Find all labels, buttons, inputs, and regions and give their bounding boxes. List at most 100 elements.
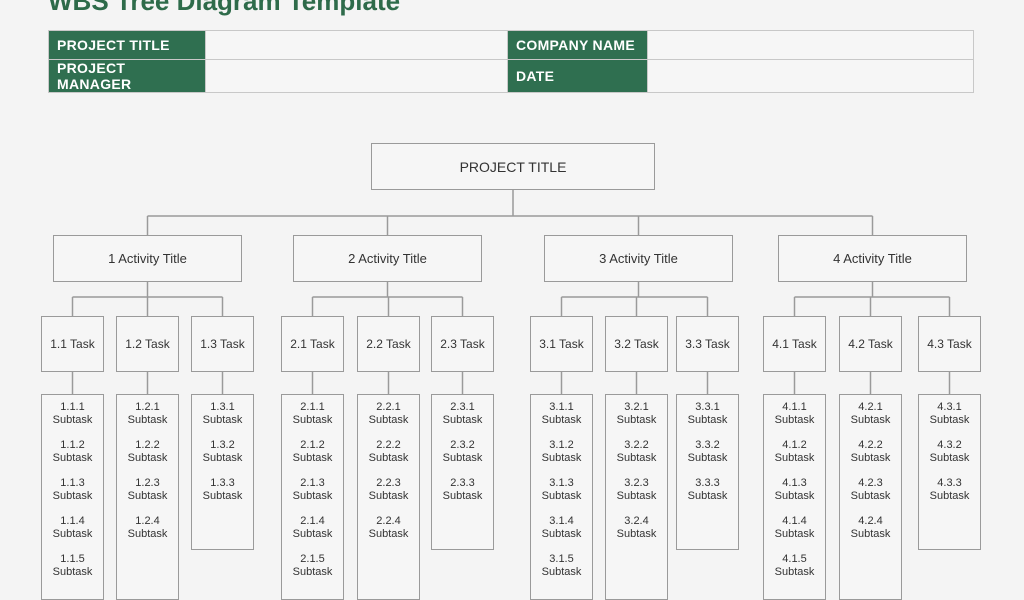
subtask-item: 2.1.1 Subtask: [282, 401, 343, 439]
task-node: 2.3 Task: [431, 316, 494, 372]
activity-node: 3 Activity Title: [544, 235, 733, 282]
subtask-label: Subtask: [929, 490, 970, 502]
subtask-list: 3.3.1 Subtask 3.3.2 Subtask 3.3.3 Subtask: [676, 394, 739, 550]
subtask-item: 2.3.1 Subtask: [432, 401, 493, 439]
subtask-item: 2.1.5 Subtask: [282, 553, 343, 591]
subtask-number: 4.1.4: [782, 515, 807, 527]
subtask-number: 1.1.2: [60, 439, 85, 451]
task-node: 4.2 Task: [839, 316, 902, 372]
subtask-item: 3.2.3 Subtask: [606, 477, 667, 515]
subtask-number: 2.2.3: [376, 477, 401, 489]
subtask-item: 3.3.2 Subtask: [677, 439, 738, 477]
subtask-item: 3.2.4 Subtask: [606, 515, 667, 553]
task-node: 1.2 Task: [116, 316, 179, 372]
subtask-item: 2.3.3 Subtask: [432, 477, 493, 515]
subtask-label: Subtask: [929, 452, 970, 464]
subtask-item: 2.1.2 Subtask: [282, 439, 343, 477]
subtask-label: Subtask: [541, 566, 582, 578]
subtask-number: 1.1.3: [60, 477, 85, 489]
subtask-item: 3.3.1 Subtask: [677, 401, 738, 439]
subtask-list: 4.3.1 Subtask 4.3.2 Subtask 4.3.3 Subtask: [918, 394, 981, 550]
subtask-number: 4.2.1: [858, 401, 883, 413]
subtask-item: 4.1.5 Subtask: [764, 553, 825, 591]
subtask-item: 4.1.2 Subtask: [764, 439, 825, 477]
subtask-label: Subtask: [850, 528, 891, 540]
subtask-number: 4.1.2: [782, 439, 807, 451]
activity-node: 1 Activity Title: [53, 235, 242, 282]
subtask-number: 2.1.3: [300, 477, 325, 489]
root-node: PROJECT TITLE: [371, 143, 655, 190]
subtask-number: 3.1.2: [549, 439, 574, 451]
subtask-label: Subtask: [541, 490, 582, 502]
subtask-list: 1.2.1 Subtask 1.2.2 Subtask 1.2.3 Subtask 1.2.…: [116, 394, 179, 600]
subtask-list: 2.1.1 Subtask 2.1.2 Subtask 2.1.3 Subtask 2.1.…: [281, 394, 344, 600]
subtask-label: Subtask: [202, 452, 243, 464]
task-node: 4.1 Task: [763, 316, 826, 372]
subtask-list: 4.2.1 Subtask 4.2.2 Subtask 4.2.3 Subtask 4.2.…: [839, 394, 902, 600]
subtask-item: 4.2.1 Subtask: [840, 401, 901, 439]
subtask-label: Subtask: [292, 452, 333, 464]
task-node: 4.3 Task: [918, 316, 981, 372]
subtask-label: Subtask: [774, 566, 815, 578]
subtask-number: 3.1.5: [549, 553, 574, 565]
subtask-item: 3.2.1 Subtask: [606, 401, 667, 439]
subtask-label: Subtask: [616, 414, 657, 426]
subtask-number: 3.2.3: [624, 477, 649, 489]
subtask-label: Subtask: [292, 414, 333, 426]
subtask-number: 1.1.1: [60, 401, 85, 413]
activity-node: 2 Activity Title: [293, 235, 482, 282]
subtask-label: Subtask: [52, 452, 93, 464]
task-node: 3.3 Task: [676, 316, 739, 372]
subtask-label: Subtask: [52, 490, 93, 502]
subtask-label: Subtask: [292, 528, 333, 540]
subtask-item: 4.1.1 Subtask: [764, 401, 825, 439]
subtask-number: 2.2.2: [376, 439, 401, 451]
subtask-label: Subtask: [202, 414, 243, 426]
subtask-item: 4.1.4 Subtask: [764, 515, 825, 553]
subtask-number: 2.1.2: [300, 439, 325, 451]
subtask-list: 3.2.1 Subtask 3.2.2 Subtask 3.2.3 Subtask 3.2.…: [605, 394, 668, 600]
subtask-item: 2.1.3 Subtask: [282, 477, 343, 515]
subtask-number: 4.2.4: [858, 515, 883, 527]
subtask-list: 1.3.1 Subtask 1.3.2 Subtask 1.3.3 Subtask: [191, 394, 254, 550]
subtask-label: Subtask: [368, 490, 409, 502]
subtask-number: 1.2.2: [135, 439, 160, 451]
subtask-item: 1.1.2 Subtask: [42, 439, 103, 477]
subtask-label: Subtask: [616, 490, 657, 502]
subtask-label: Subtask: [687, 490, 728, 502]
subtask-label: Subtask: [292, 566, 333, 578]
subtask-item: 3.1.2 Subtask: [531, 439, 592, 477]
subtask-label: Subtask: [687, 414, 728, 426]
subtask-item: 2.1.4 Subtask: [282, 515, 343, 553]
subtask-label: Subtask: [541, 452, 582, 464]
subtask-item: 1.1.5 Subtask: [42, 553, 103, 591]
subtask-label: Subtask: [774, 414, 815, 426]
subtask-item: 1.3.3 Subtask: [192, 477, 253, 515]
subtask-item: 2.3.2 Subtask: [432, 439, 493, 477]
subtask-label: Subtask: [52, 566, 93, 578]
subtask-item: 1.2.4 Subtask: [117, 515, 178, 553]
subtask-number: 1.2.1: [135, 401, 160, 413]
subtask-number: 1.2.3: [135, 477, 160, 489]
subtask-number: 3.2.2: [624, 439, 649, 451]
task-node: 1.1 Task: [41, 316, 104, 372]
subtask-item: 1.1.1 Subtask: [42, 401, 103, 439]
subtask-list: 1.1.1 Subtask 1.1.2 Subtask 1.1.3 Subtask 1.1.…: [41, 394, 104, 600]
subtask-item: 4.2.2 Subtask: [840, 439, 901, 477]
subtask-label: Subtask: [687, 452, 728, 464]
subtask-number: 1.3.2: [210, 439, 235, 451]
subtask-item: 4.3.1 Subtask: [919, 401, 980, 439]
subtask-item: 1.1.3 Subtask: [42, 477, 103, 515]
subtask-label: Subtask: [442, 490, 483, 502]
subtask-item: 4.2.3 Subtask: [840, 477, 901, 515]
subtask-label: Subtask: [774, 528, 815, 540]
subtask-label: Subtask: [127, 490, 168, 502]
task-node: 2.2 Task: [357, 316, 420, 372]
subtask-number: 4.1.5: [782, 553, 807, 565]
subtask-number: 4.3.2: [937, 439, 962, 451]
subtask-number: 2.3.3: [450, 477, 475, 489]
subtask-item: 1.1.4 Subtask: [42, 515, 103, 553]
subtask-number: 4.3.1: [937, 401, 962, 413]
subtask-number: 2.1.1: [300, 401, 325, 413]
subtask-number: 4.2.3: [858, 477, 883, 489]
